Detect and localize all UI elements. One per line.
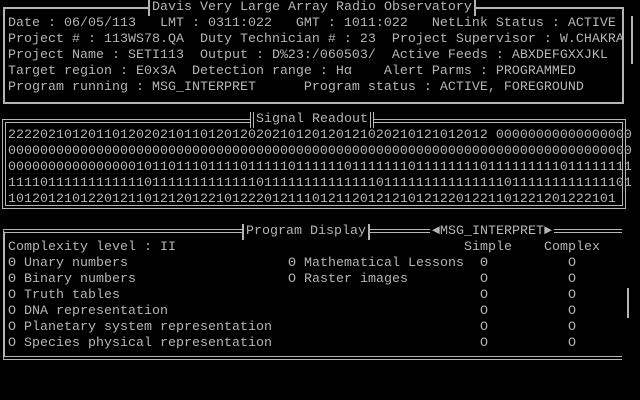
item-label: Unary numbers [24, 256, 128, 271]
complex-value[interactable]: O [568, 256, 576, 272]
item-checkbox[interactable]: Θ [8, 272, 16, 287]
complex-value[interactable]: O [568, 336, 576, 352]
lesson-label: Mathematical Lessons [304, 256, 464, 271]
status-row-project-name: Project Name : SETI113 Output : D%23:/06… [8, 48, 608, 63]
complex-value[interactable]: O [568, 304, 576, 320]
signal-line: 1111011111111111101111111111111011111111… [8, 176, 632, 191]
item-checkbox[interactable]: O [8, 288, 16, 303]
item-dna-representation[interactable]: O DNA representation [8, 304, 168, 320]
simple-value[interactable]: O [480, 320, 488, 336]
lesson-checkbox[interactable]: O [288, 272, 296, 287]
lesson-label: Raster images [304, 272, 408, 287]
program-display-edge [627, 288, 629, 318]
header-panel-edge [631, 16, 633, 64]
item-label: Truth tables [24, 288, 120, 303]
signal-readout-title: Signal Readout [250, 112, 374, 128]
item-label: Planetary system representation [24, 320, 272, 335]
complex-value[interactable]: O [568, 288, 576, 304]
status-row-project: Project # : 113WS78.QA Duty Technician #… [8, 32, 624, 47]
signal-line: 1012012101220121101212012210122201211101… [8, 192, 616, 207]
item-label: Species physical representation [24, 336, 272, 351]
item-unary-numbers[interactable]: Θ Unary numbers [8, 256, 128, 272]
program-display-title: Program Display [242, 224, 370, 240]
lesson-raster-images[interactable]: O Raster images [288, 272, 408, 288]
column-simple: Simple [464, 240, 512, 255]
simple-value[interactable]: O [480, 336, 488, 352]
signal-line: 0000000000000000101101110111101111101111… [8, 160, 632, 175]
status-row-target: Target region : E0x3A Detection range : … [8, 64, 576, 79]
item-label: DNA representation [24, 304, 168, 319]
item-checkbox[interactable]: O [8, 304, 16, 319]
item-binary-numbers[interactable]: Θ Binary numbers [8, 272, 136, 288]
item-checkbox[interactable]: O [8, 320, 16, 335]
item-species-physical[interactable]: O Species physical representation [8, 336, 272, 352]
status-row-program: Program running : MSG_INTERPRET Program … [8, 80, 584, 95]
simple-value[interactable]: O [480, 304, 488, 320]
program-name-tag: ◄MSG_INTERPRET► [430, 224, 554, 240]
complex-value[interactable]: O [568, 272, 576, 288]
simple-value[interactable]: O [480, 272, 488, 288]
signal-line: 2222021012011012020210110120120202101201… [8, 128, 632, 143]
signal-line: 0000000000000000000000000000000000000000… [8, 144, 632, 159]
item-checkbox[interactable]: Θ [8, 256, 16, 271]
lesson-mathematical[interactable]: Θ Mathematical Lessons [288, 256, 464, 272]
item-label: Binary numbers [24, 272, 136, 287]
item-planetary-system[interactable]: O Planetary system representation [8, 320, 272, 336]
lesson-checkbox[interactable]: Θ [288, 256, 296, 271]
simple-value[interactable]: Θ [480, 256, 488, 272]
status-row-date: Date : 06/05/113 LMT : 0311:022 GMT : 10… [8, 16, 616, 31]
item-checkbox[interactable]: O [8, 336, 16, 351]
item-truth-tables[interactable]: O Truth tables [8, 288, 120, 304]
header-title: Davis Very Large Array Radio Observatory [148, 0, 476, 16]
column-complex: Complex [544, 240, 600, 255]
complexity-level: Complexity level : II [8, 240, 176, 255]
simple-value[interactable]: O [480, 288, 488, 304]
complex-value[interactable]: O [568, 320, 576, 336]
